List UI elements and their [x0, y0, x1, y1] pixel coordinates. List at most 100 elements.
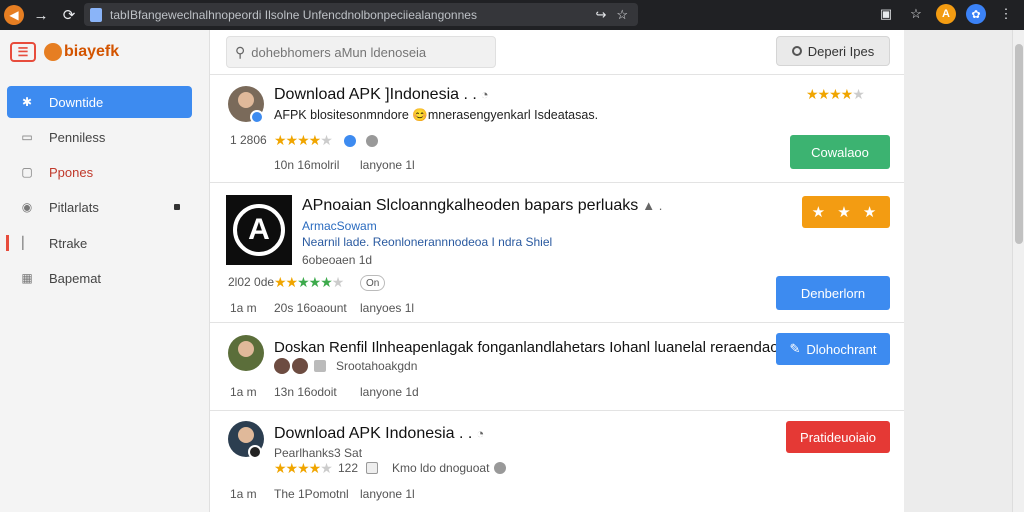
toggle-pill[interactable]: On — [360, 275, 386, 291]
button-label: Pratideuoiaio — [800, 429, 876, 445]
app-description: Nearnil lade. Reonlonerannnodeoa I ndra … — [302, 235, 553, 249]
meta-extra: Kmo ldo dnoguoat — [392, 461, 490, 475]
avatar — [228, 335, 264, 371]
brand-name: biayefk — [64, 43, 120, 60]
search-input[interactable] — [251, 44, 472, 60]
scrollbar-thumb[interactable] — [1015, 44, 1023, 244]
browser-profile-icon[interactable]: ◀ — [4, 5, 24, 25]
chat-icon: ▭ — [21, 130, 33, 144]
extension-a-icon[interactable]: A — [936, 4, 956, 24]
app-title[interactable]: APnoaian Slcloanngkalheoden bapars perlu… — [302, 197, 662, 215]
download-button[interactable]: Cowalaoo — [790, 135, 890, 169]
meta-date: The 1Pomotnl — [274, 487, 349, 501]
top-action-button[interactable]: Deperi Ipes — [776, 36, 890, 66]
meta-size: lanyone 1l — [360, 487, 415, 501]
status-badge-icon — [248, 445, 262, 459]
inbox-icon: ▢ — [21, 165, 33, 179]
grid-icon: ▦ — [21, 271, 33, 285]
image-icon — [366, 462, 378, 474]
button-label: Denberlorn — [800, 285, 866, 301]
url-text[interactable]: tabIBfangeweclnalhnopeordi Ilsolne Unfen… — [110, 8, 595, 22]
address-bar[interactable]: tabIBfangeweclnalhnopeordi Ilsolne Unfen… — [84, 3, 638, 26]
share-icon[interactable]: ↪ — [595, 7, 606, 23]
sidebar-item-pitlarlats[interactable]: ◉ Pitlarlats — [7, 191, 192, 223]
sidebar-item-label: Downtide — [49, 94, 104, 110]
rating-button[interactable]: ★ ★ ★ — [802, 196, 890, 228]
meta-date: 13n 16odoit — [274, 385, 337, 399]
app-card-2[interactable]: A APnoaian Slcloanngkalheoden bapars per… — [210, 183, 904, 323]
meta-date: 10n 16molril — [274, 158, 340, 172]
top-bar: ⚲ Deperi Ipes — [210, 30, 904, 75]
reload-icon[interactable]: ⟳ — [58, 4, 80, 26]
app-title[interactable]: Download APK Indonesia . . ◔ — [274, 425, 484, 443]
button-label: Dlohochrant — [806, 341, 877, 357]
info-icon — [366, 135, 378, 147]
download-count: 1 2806 — [230, 133, 267, 147]
developer-name[interactable]: ArmacSowam — [302, 219, 377, 233]
app-card-1[interactable]: Download APK ]Indonesia . . ◔ AFPK blosit… — [210, 76, 904, 183]
button-label: Cowalaoo — [811, 144, 869, 160]
app-version: 6obeoaen 1d — [302, 253, 373, 267]
bookmark-star-icon[interactable]: ☆ — [616, 7, 628, 23]
sidebar-item-label: Penniless — [49, 129, 106, 145]
verified-badge-icon — [250, 110, 264, 124]
download-button[interactable]: ✎ Dlohochrant — [776, 333, 890, 365]
user-avatar-small — [292, 358, 308, 374]
app-icon: A — [226, 195, 292, 265]
app-subtitle: AFPK blositesonmndore 😊mnerasengyenkarl … — [274, 108, 599, 122]
app-subtitle: Pearlhanks3 Sat — [274, 446, 363, 460]
pin-icon: ◉ — [21, 200, 33, 214]
extension-b-icon[interactable]: ✿ — [966, 4, 986, 24]
app-title[interactable]: Download APK ]Indonesia . . ◔ — [274, 86, 489, 104]
user-avatar-small — [274, 358, 290, 374]
sidebar-item-ppones[interactable]: ▢ Ppones — [7, 156, 192, 188]
top-action-label: Deperi Ipes — [807, 43, 875, 59]
app-title-text: APnoaian Slcloanngkalheoden bapars perlu… — [302, 197, 639, 214]
meta-age: 1a m — [230, 487, 257, 501]
sidebar: ☰ biayefk ✱ Downtide ▭ Penniless ▢ Ppone… — [0, 30, 210, 512]
meta-size: lanyoes 1l — [360, 301, 415, 315]
forward-icon[interactable]: → — [30, 4, 52, 26]
meta-age: 1a m — [230, 385, 257, 399]
info-icon: ◔ — [476, 426, 485, 441]
scrollbar[interactable] — [1012, 30, 1024, 512]
button-stars: ★ ★ ★ — [811, 204, 881, 221]
app-logo[interactable]: ☰ biayefk — [10, 42, 119, 62]
download-count: 2l02 0de — [228, 275, 275, 289]
menu-icon[interactable]: ⋮ — [996, 4, 1016, 24]
rating-stars: ★★★★★ — [274, 460, 333, 476]
menu-icon[interactable]: ☰ — [10, 42, 36, 62]
sidebar-item-label: Pitlarlats — [49, 199, 99, 215]
sidebar-item-rtrake[interactable]: ▏ Rtrake — [6, 227, 192, 259]
sidebar-item-penniless[interactable]: ▭ Penniless — [7, 121, 192, 153]
app-card-3[interactable]: Doskan Renfil Ilnheapenlagak fonganlandl… — [210, 323, 904, 411]
image-icon — [314, 360, 326, 372]
app-card-4[interactable]: Download APK Indonesia . . ◔ Pearlhanks3 … — [210, 411, 904, 512]
star-icon[interactable]: ☆ — [906, 4, 926, 24]
app-title-text: Download APK ]Indonesia . . — [274, 86, 477, 103]
info-icon: ◔ — [480, 87, 489, 102]
app-subtitle: Srootahoakgdn — [336, 359, 418, 373]
page-background — [904, 30, 1012, 512]
app-title-text: Download APK Indonesia . . — [274, 425, 473, 442]
sidebar-item-label: Bapemat — [49, 270, 102, 286]
sidebar-item-downtide[interactable]: ✱ Downtide — [7, 86, 192, 118]
flag-icon: ▏ — [22, 236, 32, 250]
sidebar-item-bapemat[interactable]: ▦ Bapemat — [7, 262, 192, 294]
tab-search-icon[interactable]: ▣ — [876, 4, 896, 24]
meta-date: 20s 16oaount — [274, 301, 347, 315]
search-box[interactable]: ⚲ — [226, 36, 496, 68]
download-button[interactable]: Denberlorn — [776, 276, 890, 310]
circle-icon — [791, 46, 802, 56]
rating-stars: ★★★★★★ — [274, 274, 344, 290]
sidebar-nav: ✱ Downtide ▭ Penniless ▢ Ppones ◉ Pitlar… — [6, 86, 192, 297]
top-rating-stars: ★★★★★ — [806, 86, 865, 102]
rating-stars: ★★★★★ — [274, 132, 333, 148]
lock-icon — [90, 7, 102, 22]
app-title[interactable]: Doskan Renfil Ilnheapenlagak fonganlandl… — [274, 339, 799, 356]
sidebar-item-label: Rtrake — [49, 235, 88, 251]
close-icon[interactable] — [494, 462, 506, 474]
notification-dot — [174, 204, 180, 210]
download-button[interactable]: Pratideuoiaio — [786, 421, 890, 453]
brand-mark-icon — [44, 43, 62, 61]
